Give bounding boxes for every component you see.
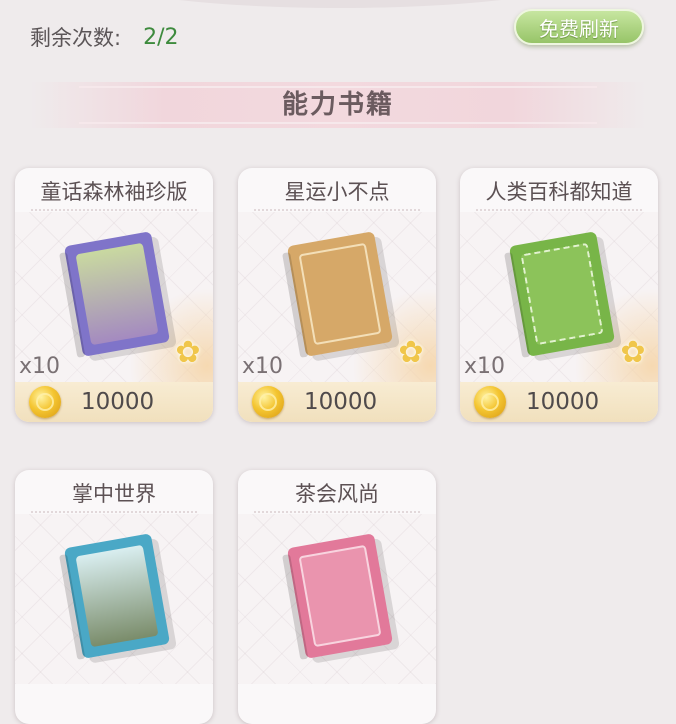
name-divider	[476, 209, 642, 211]
remaining-label: 剩余次数:	[30, 26, 122, 50]
shop-item-card[interactable]: 星运小不点 ✿ x10 10000	[238, 168, 436, 422]
item-quantity: x10	[19, 354, 61, 379]
name-divider	[31, 209, 197, 211]
price-bar: 10000	[15, 382, 213, 422]
item-price: 10000	[81, 389, 155, 415]
item-name: 星运小不点	[284, 180, 390, 204]
flower-sparkle-icon: ✿	[398, 335, 424, 370]
name-divider	[31, 511, 197, 513]
gold-coin-icon	[474, 386, 506, 418]
shop-item-card[interactable]: 掌中世界	[15, 470, 213, 724]
shop-item-card[interactable]: 人类百科都知道 ✿ x10 10000	[460, 168, 658, 422]
item-quantity: x10	[242, 354, 284, 379]
top-panel-arc	[90, 0, 590, 8]
gold-coin-icon	[29, 386, 61, 418]
item-price: 10000	[526, 389, 600, 415]
free-refresh-button[interactable]: 免费刷新	[514, 9, 644, 45]
section-title: 能力书籍	[281, 90, 394, 120]
gold-coin-icon	[252, 386, 284, 418]
item-name: 人类百科都知道	[485, 180, 633, 204]
price-bar: 10000	[460, 382, 658, 422]
flower-sparkle-icon: ✿	[175, 335, 201, 370]
item-name: 童话森林袖珍版	[40, 180, 188, 204]
shop-item-card[interactable]: 茶会风尚	[238, 470, 436, 724]
remaining-value: 2/2	[143, 24, 179, 50]
remaining-count: 剩余次数: 2/2	[30, 22, 178, 52]
shop-item-card[interactable]: 童话森林袖珍版 ✿ x10 10000	[15, 168, 213, 422]
section-banner: 能力书籍	[30, 82, 646, 128]
name-divider	[254, 209, 420, 211]
item-name: 掌中世界	[72, 482, 156, 506]
item-name: 茶会风尚	[295, 482, 379, 506]
name-divider	[254, 511, 420, 513]
item-price: 10000	[304, 389, 378, 415]
flower-sparkle-icon: ✿	[620, 335, 646, 370]
price-bar: 10000	[238, 382, 436, 422]
item-quantity: x10	[464, 354, 506, 379]
